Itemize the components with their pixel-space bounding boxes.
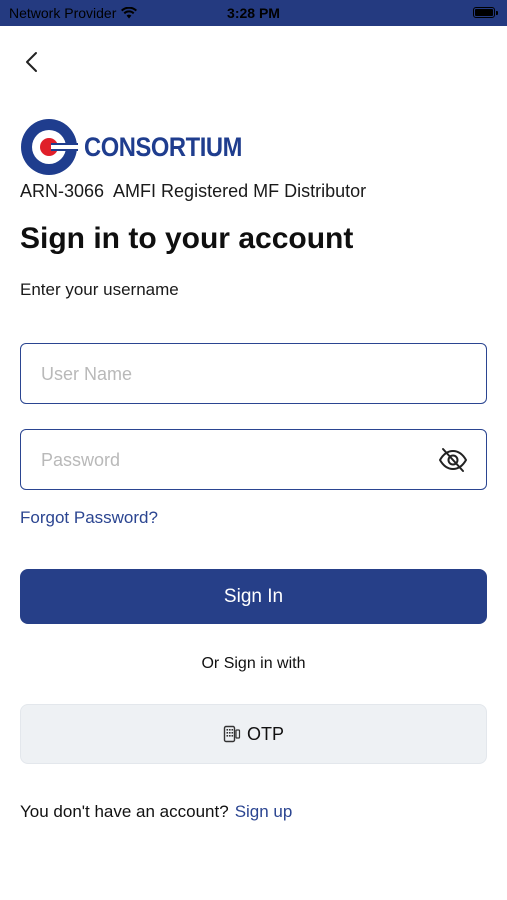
logo-wordmark: CONSORTIUM <box>84 131 242 162</box>
signup-row: You don't have an account? Sign up <box>20 802 292 822</box>
toggle-password-visibility-button[interactable] <box>438 446 468 474</box>
status-bar: Network Provider 3:28 PM <box>0 0 507 26</box>
sign-in-label: Sign In <box>223 585 284 607</box>
sign-in-button[interactable]: Sign In <box>20 569 487 624</box>
battery-icon <box>473 7 498 18</box>
brand-logo: CONSORTIUM <box>20 118 264 176</box>
sign-up-link[interactable]: Sign up <box>235 802 293 821</box>
forgot-password-link[interactable]: Forgot Password? <box>20 508 158 528</box>
eye-off-icon <box>439 448 467 472</box>
no-account-text: You don't have an account? <box>20 802 229 821</box>
page-title: Sign in to your account <box>20 222 354 255</box>
alt-signin-separator: Or Sign in with <box>201 655 306 672</box>
password-input[interactable] <box>39 430 443 490</box>
page-subtitle: Enter your username <box>20 280 179 299</box>
otp-signin-button[interactable]: OTP <box>20 704 487 764</box>
registration-text: ARN-3066 AMFI Registered MF Distributor <box>20 181 367 201</box>
consortium-logo-icon <box>21 119 78 175</box>
back-button[interactable] <box>20 48 46 76</box>
otp-label: OTP <box>246 723 284 744</box>
otp-keypad-icon <box>223 725 241 743</box>
username-input[interactable] <box>39 344 443 404</box>
username-field[interactable] <box>20 343 487 404</box>
status-time: 3:28 PM <box>227 5 280 21</box>
chevron-left-icon <box>26 52 37 72</box>
password-field[interactable] <box>20 429 487 490</box>
